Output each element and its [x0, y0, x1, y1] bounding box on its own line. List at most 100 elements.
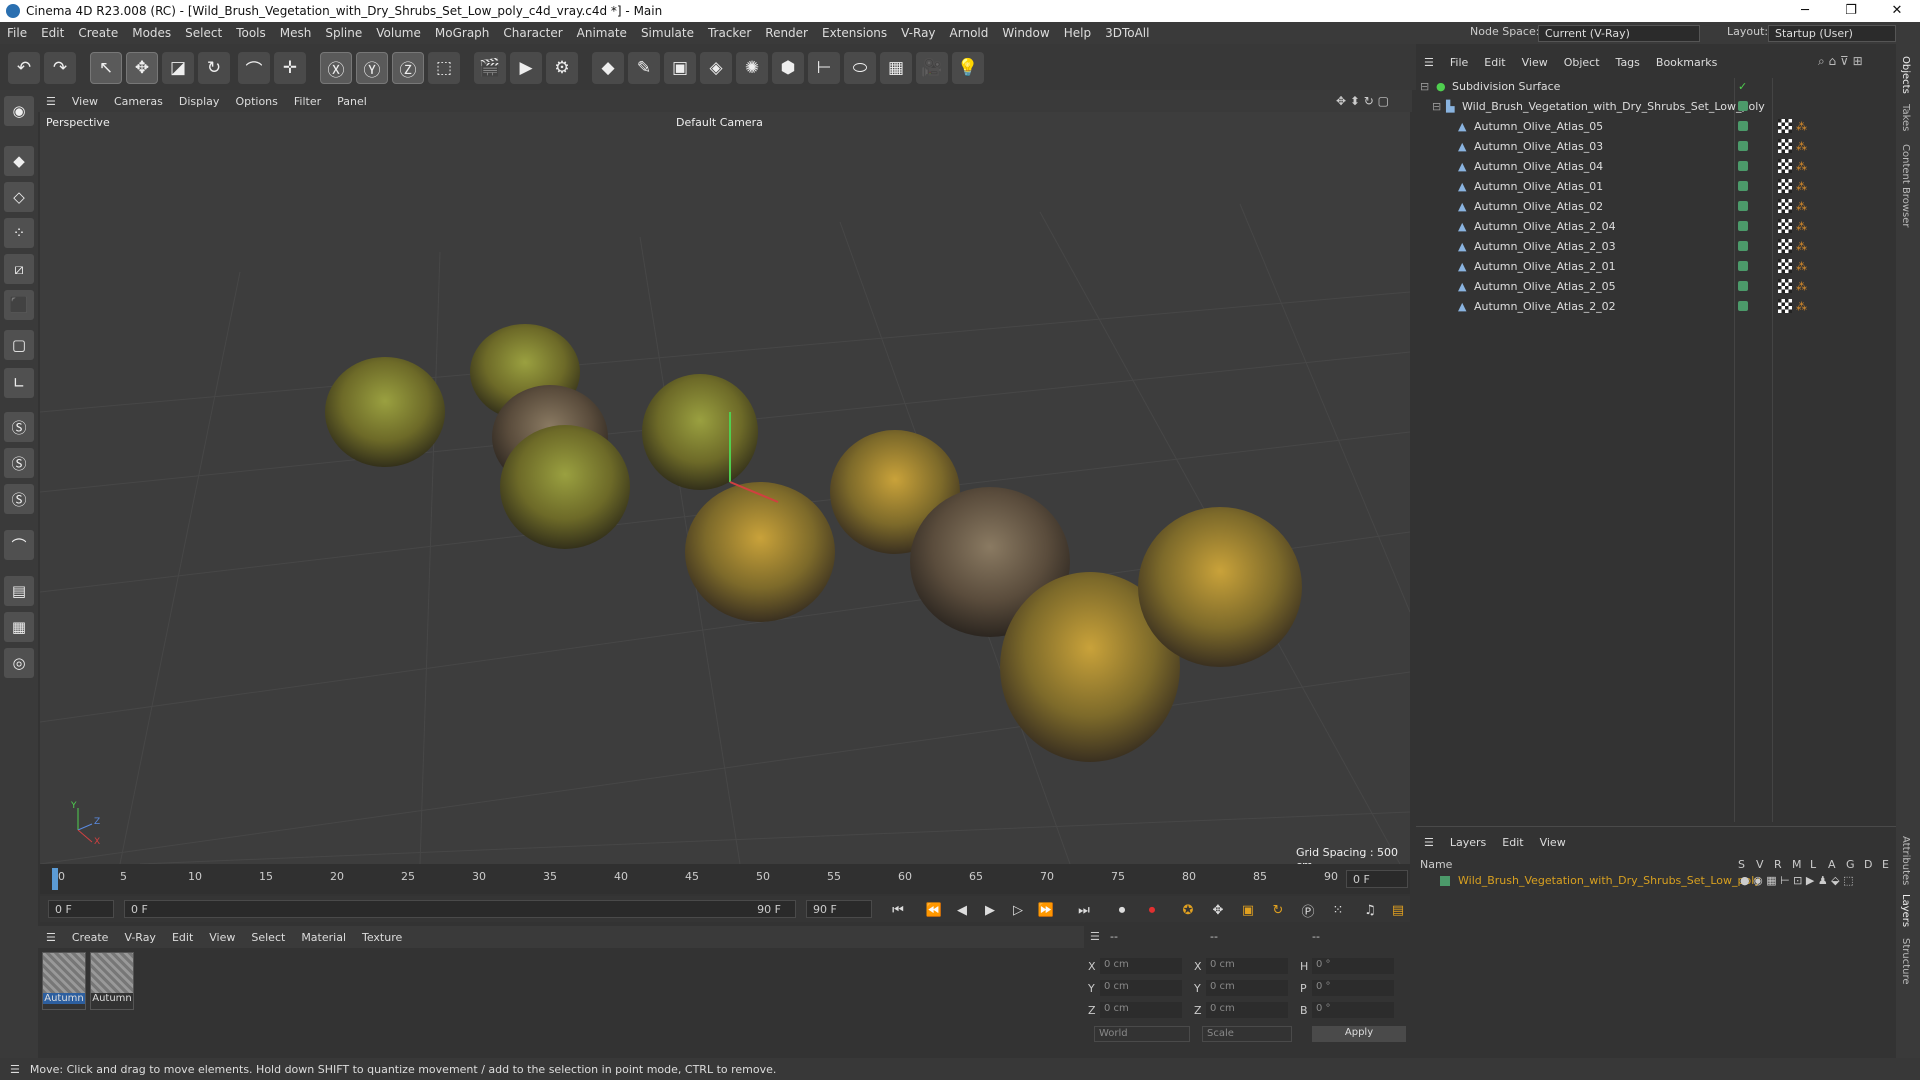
render-settings-icon[interactable]: ⚙: [546, 52, 578, 84]
key-param-icon[interactable]: Ⓟ: [1296, 900, 1320, 920]
material-menu-material[interactable]: Material: [293, 931, 354, 944]
side-tab-structure[interactable]: Structure: [1900, 938, 1911, 985]
material-swatch[interactable]: Autumn: [90, 952, 134, 1010]
vray-tag-icon[interactable]: ⁂: [1796, 160, 1807, 173]
menu-modes[interactable]: Modes: [125, 26, 178, 40]
object-row[interactable]: ▲ Autumn_Olive_Atlas_2_02 ⁂: [1416, 296, 1896, 316]
snap-icon[interactable]: Ⓢ: [4, 412, 34, 442]
object-row-subdivision[interactable]: ⊟ ● Subdivision Surface ✓: [1416, 76, 1896, 96]
material-tag-icon[interactable]: [1778, 199, 1792, 213]
shrub-mesh[interactable]: [325, 357, 445, 467]
material-tag-icon[interactable]: [1778, 219, 1792, 233]
play-icon[interactable]: ▶: [978, 900, 1002, 920]
material-tag-icon[interactable]: [1778, 179, 1792, 193]
layer-tag-icon[interactable]: [1738, 261, 1748, 271]
objects-menu-bookmarks[interactable]: Bookmarks: [1648, 56, 1725, 69]
layer-flags-icon[interactable]: ● ◉ ▦ ⊢ ⊡ ▶ ♟ ⬙ ⬚: [1740, 874, 1854, 887]
shrub-mesh[interactable]: [1138, 507, 1302, 667]
minimize-icon[interactable]: ─: [1782, 0, 1828, 22]
menu-tracker[interactable]: Tracker: [701, 26, 758, 40]
status-hamburger-icon[interactable]: ☰: [0, 1063, 30, 1076]
vray-tag-icon[interactable]: ⁂: [1796, 180, 1807, 193]
material-swatch[interactable]: Autumn: [42, 952, 86, 1010]
object-row[interactable]: ▲ Autumn_Olive_Atlas_03 ⁂: [1416, 136, 1896, 156]
vray-tag-icon[interactable]: ⁂: [1796, 300, 1807, 313]
layer-color-swatch[interactable]: [1440, 876, 1450, 886]
timeline-frame-field[interactable]: 0 F: [1346, 870, 1408, 888]
menu-extensions[interactable]: Extensions: [815, 26, 894, 40]
layers-menu-layers[interactable]: Layers: [1442, 836, 1494, 849]
objects-hamburger-icon[interactable]: ☰: [1416, 56, 1442, 69]
material-menu-create[interactable]: Create: [64, 931, 117, 944]
menu-edit[interactable]: Edit: [34, 26, 71, 40]
key-selection-icon[interactable]: ✪: [1176, 900, 1200, 920]
layers-hamburger-icon[interactable]: ☰: [1416, 836, 1442, 849]
position-y-field[interactable]: 0 cm: [1100, 980, 1182, 996]
vray-tag-icon[interactable]: ⁂: [1796, 120, 1807, 133]
layer-tag-icon[interactable]: [1738, 181, 1748, 191]
menu-mesh[interactable]: Mesh: [273, 26, 319, 40]
material-menu-view[interactable]: View: [201, 931, 243, 944]
prev-frame-icon[interactable]: ◀: [950, 900, 974, 920]
apply-button[interactable]: Apply: [1312, 1026, 1406, 1042]
maximize-icon[interactable]: ❐: [1828, 0, 1874, 22]
layers-menu-view[interactable]: View: [1532, 836, 1574, 849]
material-hamburger-icon[interactable]: ☰: [38, 931, 64, 944]
layers-menu-edit[interactable]: Edit: [1494, 836, 1531, 849]
deformer-icon[interactable]: ⊢: [808, 52, 840, 84]
timeline-ruler[interactable]: 0 5 10 15 20 25 30 35 40 45 50 55 60 65 …: [40, 864, 1410, 894]
render-picture-viewer-icon[interactable]: ▶: [510, 52, 542, 84]
coordinate-system-icon[interactable]: ⬚: [428, 52, 460, 84]
z-axis-icon[interactable]: Ⓩ: [392, 52, 424, 84]
floor-icon[interactable]: ▦: [880, 52, 912, 84]
material-menu-select[interactable]: Select: [243, 931, 293, 944]
locked-workplane-icon[interactable]: ◎: [4, 648, 34, 678]
object-row[interactable]: ▲ Autumn_Olive_Atlas_02 ⁂: [1416, 196, 1896, 216]
menu-file[interactable]: File: [0, 26, 34, 40]
objects-menu-object[interactable]: Object: [1556, 56, 1608, 69]
material-menu-vray[interactable]: V-Ray: [116, 931, 164, 944]
menu-render[interactable]: Render: [758, 26, 815, 40]
layout-dropdown[interactable]: Startup (User): [1768, 25, 1896, 42]
next-key-icon[interactable]: ⏩: [1034, 900, 1058, 920]
key-scale-icon[interactable]: ▣: [1236, 900, 1260, 920]
side-tab-layers[interactable]: Layers: [1900, 894, 1911, 927]
viewport-menu-display[interactable]: Display: [171, 95, 228, 108]
key-pla-icon[interactable]: ⁙: [1326, 900, 1350, 920]
position-x-field[interactable]: 0 cm: [1100, 958, 1182, 974]
move-tool-icon[interactable]: ✥: [126, 52, 158, 84]
material-tag-icon[interactable]: [1778, 299, 1792, 313]
scale-tool-icon[interactable]: ◪: [162, 52, 194, 84]
material-menu-texture[interactable]: Texture: [354, 931, 410, 944]
object-row-group[interactable]: ⊟ ▙ Wild_Brush_Vegetation_with_Dry_Shrub…: [1416, 96, 1896, 116]
size-z-field[interactable]: 0 cm: [1206, 1002, 1288, 1018]
object-row[interactable]: ▲ Autumn_Olive_Atlas_04 ⁂: [1416, 156, 1896, 176]
shrub-mesh[interactable]: [500, 425, 630, 549]
material-menu-edit[interactable]: Edit: [164, 931, 201, 944]
layer-tag-icon[interactable]: [1738, 241, 1748, 251]
object-row[interactable]: ▲ Autumn_Olive_Atlas_2_01 ⁂: [1416, 256, 1896, 276]
edges-mode-icon[interactable]: ⧄: [4, 254, 34, 284]
mograph-icon[interactable]: ⬢: [772, 52, 804, 84]
vray-tag-icon[interactable]: ⁂: [1796, 280, 1807, 293]
menu-simulate[interactable]: Simulate: [634, 26, 701, 40]
render-view-icon[interactable]: 🎬: [474, 52, 506, 84]
vray-tag-icon[interactable]: ⁂: [1796, 140, 1807, 153]
points-mode-icon[interactable]: ⁘: [4, 218, 34, 248]
select-arrow-icon[interactable]: ↖: [90, 52, 122, 84]
record-keys-icon[interactable]: ⏺: [1110, 900, 1134, 920]
layer-name[interactable]: Wild_Brush_Vegetation_with_Dry_Shrubs_Se…: [1458, 874, 1761, 887]
rotation-p-field[interactable]: 0 °: [1312, 980, 1394, 996]
menu-3dtoall[interactable]: 3DToAll: [1098, 26, 1156, 40]
layer-tag-icon[interactable]: [1738, 101, 1748, 111]
polygons-mode-icon[interactable]: ⬛: [4, 290, 34, 320]
size-y-field[interactable]: 0 cm: [1206, 980, 1288, 996]
object-row[interactable]: ▲ Autumn_Olive_Atlas_2_05 ⁂: [1416, 276, 1896, 296]
snap-settings-icon[interactable]: Ⓢ: [4, 448, 34, 478]
material-tag-icon[interactable]: [1778, 239, 1792, 253]
magnet-icon[interactable]: ⌒: [4, 530, 34, 560]
goto-start-icon[interactable]: ⏮: [886, 900, 910, 920]
object-row[interactable]: ▲ Autumn_Olive_Atlas_05 ⁂: [1416, 116, 1896, 136]
workplane-icon[interactable]: ▤: [4, 576, 34, 606]
menu-mograph[interactable]: MoGraph: [428, 26, 497, 40]
